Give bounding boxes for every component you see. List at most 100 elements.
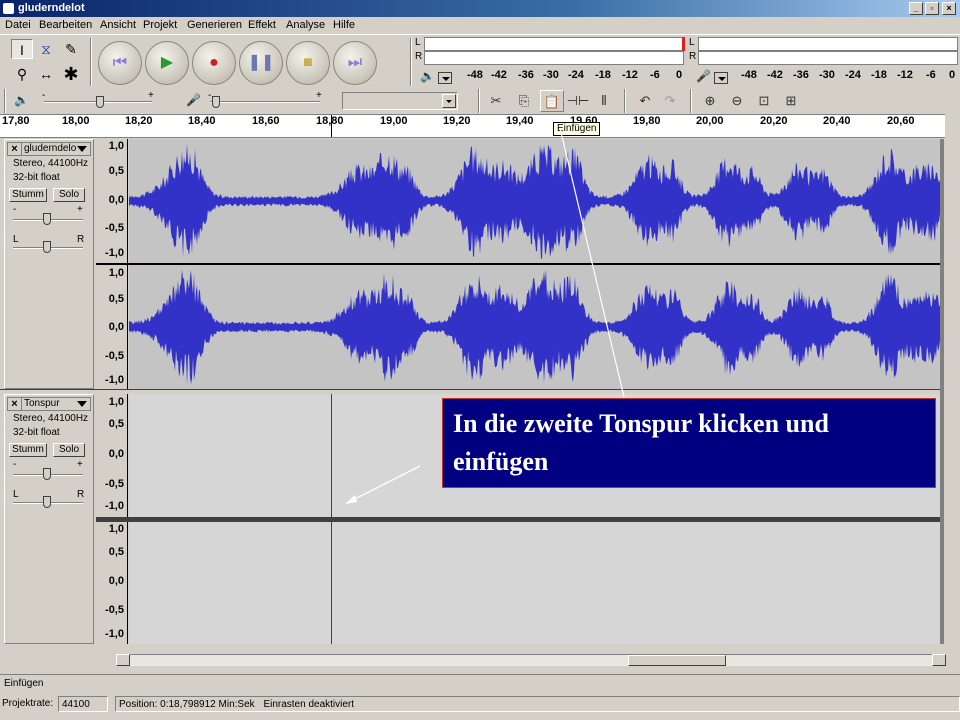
menu-hilfe[interactable]: Hilfe [333,19,355,31]
gain-slider[interactable] [43,468,51,480]
selection-tool-icon[interactable]: I [11,39,33,59]
menu-datei[interactable]: Datei [5,19,31,31]
scale-label: 0,0 [108,575,124,587]
track-name-menu[interactable]: × Tonspur [7,397,91,411]
skip-start-button[interactable]: ⏮ [98,41,142,85]
rec-meter-menu-button[interactable] [714,72,728,84]
redo-button[interactable]: ↷ [658,90,682,112]
multi-tool-icon[interactable]: ✱ [60,64,82,84]
silence-button[interactable]: ⫴ [592,90,616,112]
scroll-left-button[interactable] [116,654,130,666]
play-meter-menu-button[interactable] [438,72,452,84]
output-volume-slider[interactable] [96,96,104,108]
edit-cursor [331,522,332,644]
input-source-select[interactable] [342,92,458,110]
title-bar: gluderndelot _ ▫ × [0,0,960,17]
zoom-in-button[interactable]: ⊕ [698,90,722,112]
scale-label: 0,0 [108,448,124,460]
vertical-scrollbar[interactable] [945,139,960,654]
ruler-tick-label: 17,80 [2,115,30,127]
chevron-down-icon [77,146,87,152]
waveform-left-svg [129,144,940,260]
ruler-tick-label: 18,40 [188,115,216,127]
position-field: Position: 0:18,798912 Min:Sek Einrasten … [115,696,960,712]
input-slider-minus: - [208,90,212,101]
callout-line-1: In die zweite Tonspur klicken und [453,409,829,438]
menu-effekt[interactable]: Effekt [248,19,276,31]
track-name: gluderndelo [24,143,77,154]
play-scale-label: -30 [543,69,559,81]
solo-button[interactable]: Solo [53,443,85,457]
paste-button[interactable]: 📋 [540,90,564,112]
menu-bearbeiten[interactable]: Bearbeiten [39,19,92,31]
close-track-icon[interactable]: × [8,398,22,410]
play-button[interactable]: ▶ [145,41,189,85]
toolbar-separator [90,38,92,86]
play-scale-label: -36 [518,69,534,81]
menu-projekt[interactable]: Projekt [143,19,177,31]
stop-button[interactable]: ■ [286,41,330,85]
project-rate-label: Projektrate: [2,698,54,709]
pause-button[interactable]: ❚❚ [239,41,283,85]
track-control-panel: × Tonspur Stereo, 44100Hz 32-bit float S… [4,394,94,644]
fit-selection-button[interactable]: ⊡ [752,90,776,112]
solo-button[interactable]: Solo [53,188,85,202]
zoom-tool-icon[interactable]: ⚲ [11,64,33,84]
timeline-ruler[interactable]: 17,80 18,00 18,20 18,40 18,60 18,80 19,0… [0,114,945,138]
close-button[interactable]: × [942,2,956,15]
trim-button[interactable]: ⊣⊢ [566,90,590,112]
gain-minus: - [13,204,17,215]
draw-tool-icon[interactable]: ✎ [60,39,82,59]
minimize-button[interactable]: _ [909,2,923,15]
scroll-right-button[interactable] [932,654,946,666]
pan-slider[interactable] [43,241,51,253]
fit-project-button[interactable]: ⊞ [779,90,803,112]
waveform-left-channel[interactable] [129,139,940,263]
project-rate-field[interactable]: 44100 [58,696,108,712]
clip-indicator [682,37,685,51]
play-scale-label: -18 [595,69,611,81]
gain-plus: + [77,204,83,215]
close-track-icon[interactable]: × [8,143,22,155]
waveform-right-channel[interactable] [129,265,940,389]
input-volume-track [210,101,320,103]
scroll-thumb[interactable] [628,655,726,666]
skip-end-button[interactable]: ⏭ [333,41,377,85]
zoom-out-button[interactable]: ⊖ [725,90,749,112]
pan-right-label: R [77,489,85,500]
amplitude-scale: 1,0 0,5 0,0 -0,5 -1,0 [95,139,128,263]
pan-right-label: R [77,234,85,245]
amplitude-scale: 1,0 0,5 0,0 -0,5 -1,0 [95,394,128,517]
play-icon: ▶ [160,54,174,71]
menu-generieren[interactable]: Generieren [187,19,242,31]
mute-button[interactable]: Stumm [9,188,47,202]
horizontal-scrollbar[interactable] [130,654,932,666]
scale-label: 1,0 [108,523,124,535]
envelope-tool-icon[interactable]: ⧖ [35,39,57,59]
cut-button[interactable]: ✂ [484,90,508,112]
maximize-button[interactable]: ▫ [925,2,939,15]
play-meter-left [424,37,685,51]
track-bits: 32-bit float [13,172,60,183]
track-control-panel: × gluderndelo Stereo, 44100Hz 32-bit flo… [4,139,94,389]
record-button[interactable]: ● [192,41,236,85]
input-volume-slider[interactable] [212,96,220,108]
track-format: Stereo, 44100Hz [13,413,89,424]
play-scale-label: -12 [622,69,638,81]
track-name-menu[interactable]: × gluderndelo [7,142,91,156]
pan-slider[interactable] [43,496,51,508]
undo-button[interactable]: ↶ [633,90,657,112]
copy-button[interactable]: ⎘ [512,90,536,112]
app-icon [3,3,14,14]
empty-track-right-channel[interactable] [129,522,940,644]
timeshift-tool-icon[interactable]: ↔ [35,64,57,84]
menu-analyse[interactable]: Analyse [286,19,325,31]
menu-ansicht[interactable]: Ansicht [100,19,136,31]
mute-button[interactable]: Stumm [9,443,47,457]
play-scale-label: 0 [676,69,683,81]
gain-slider[interactable] [43,213,51,225]
amplitude-scale: 1,0 0,5 0,0 -0,5 -1,0 [95,265,128,389]
scale-label: -0,5 [105,604,124,616]
scale-label: 0,0 [108,321,124,333]
stop-icon: ■ [303,54,313,71]
